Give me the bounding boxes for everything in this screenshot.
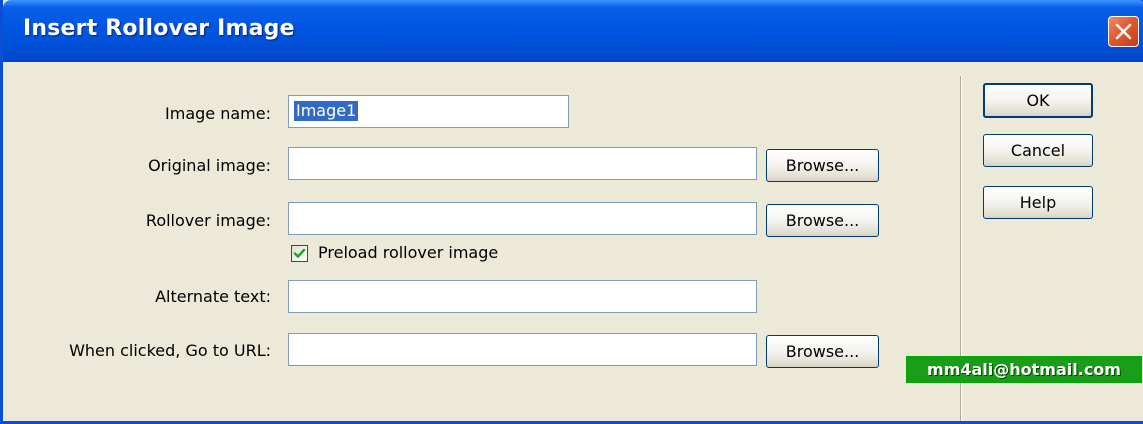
close-button[interactable]: [1108, 16, 1139, 47]
title-bar[interactable]: Insert Rollover Image: [3, 0, 1143, 62]
url-browse-button[interactable]: Browse...: [766, 335, 879, 368]
alternate-text-input[interactable]: [288, 280, 757, 313]
checkmark-icon: [293, 248, 306, 258]
image-name-value: Image1: [294, 101, 359, 121]
rollover-image-label: Rollover image:: [145, 211, 271, 230]
dialog-window: Insert Rollover Image Image name: Image1…: [0, 0, 1143, 424]
original-image-browse-button[interactable]: Browse...: [766, 149, 879, 182]
url-label: When clicked, Go to URL:: [69, 341, 271, 360]
url-input[interactable]: [288, 333, 757, 366]
rollover-image-input[interactable]: [288, 202, 757, 235]
rollover-image-browse-label: Browse...: [785, 211, 860, 230]
preload-label[interactable]: Preload rollover image: [318, 243, 498, 262]
original-image-input[interactable]: [288, 147, 757, 180]
help-button[interactable]: Help: [983, 186, 1093, 219]
watermark-text: mm4ali@hotmail.com: [927, 360, 1121, 379]
ok-label: OK: [1026, 91, 1050, 110]
ok-button[interactable]: OK: [983, 83, 1093, 118]
cancel-label: Cancel: [1010, 141, 1066, 160]
cancel-button[interactable]: Cancel: [983, 134, 1093, 167]
help-label: Help: [1019, 193, 1057, 212]
url-browse-label: Browse...: [785, 342, 860, 361]
image-name-label: Image name:: [165, 104, 271, 123]
close-icon: [1115, 23, 1132, 40]
original-image-browse-label: Browse...: [785, 156, 860, 175]
alternate-text-label: Alternate text:: [155, 287, 271, 306]
original-image-label: Original image:: [148, 156, 271, 175]
watermark-badge: mm4ali@hotmail.com: [906, 356, 1142, 383]
dialog-title: Insert Rollover Image: [23, 16, 295, 41]
rollover-image-browse-button[interactable]: Browse...: [766, 204, 879, 237]
preload-checkbox[interactable]: [291, 245, 308, 262]
image-name-input[interactable]: Image1: [288, 95, 569, 128]
